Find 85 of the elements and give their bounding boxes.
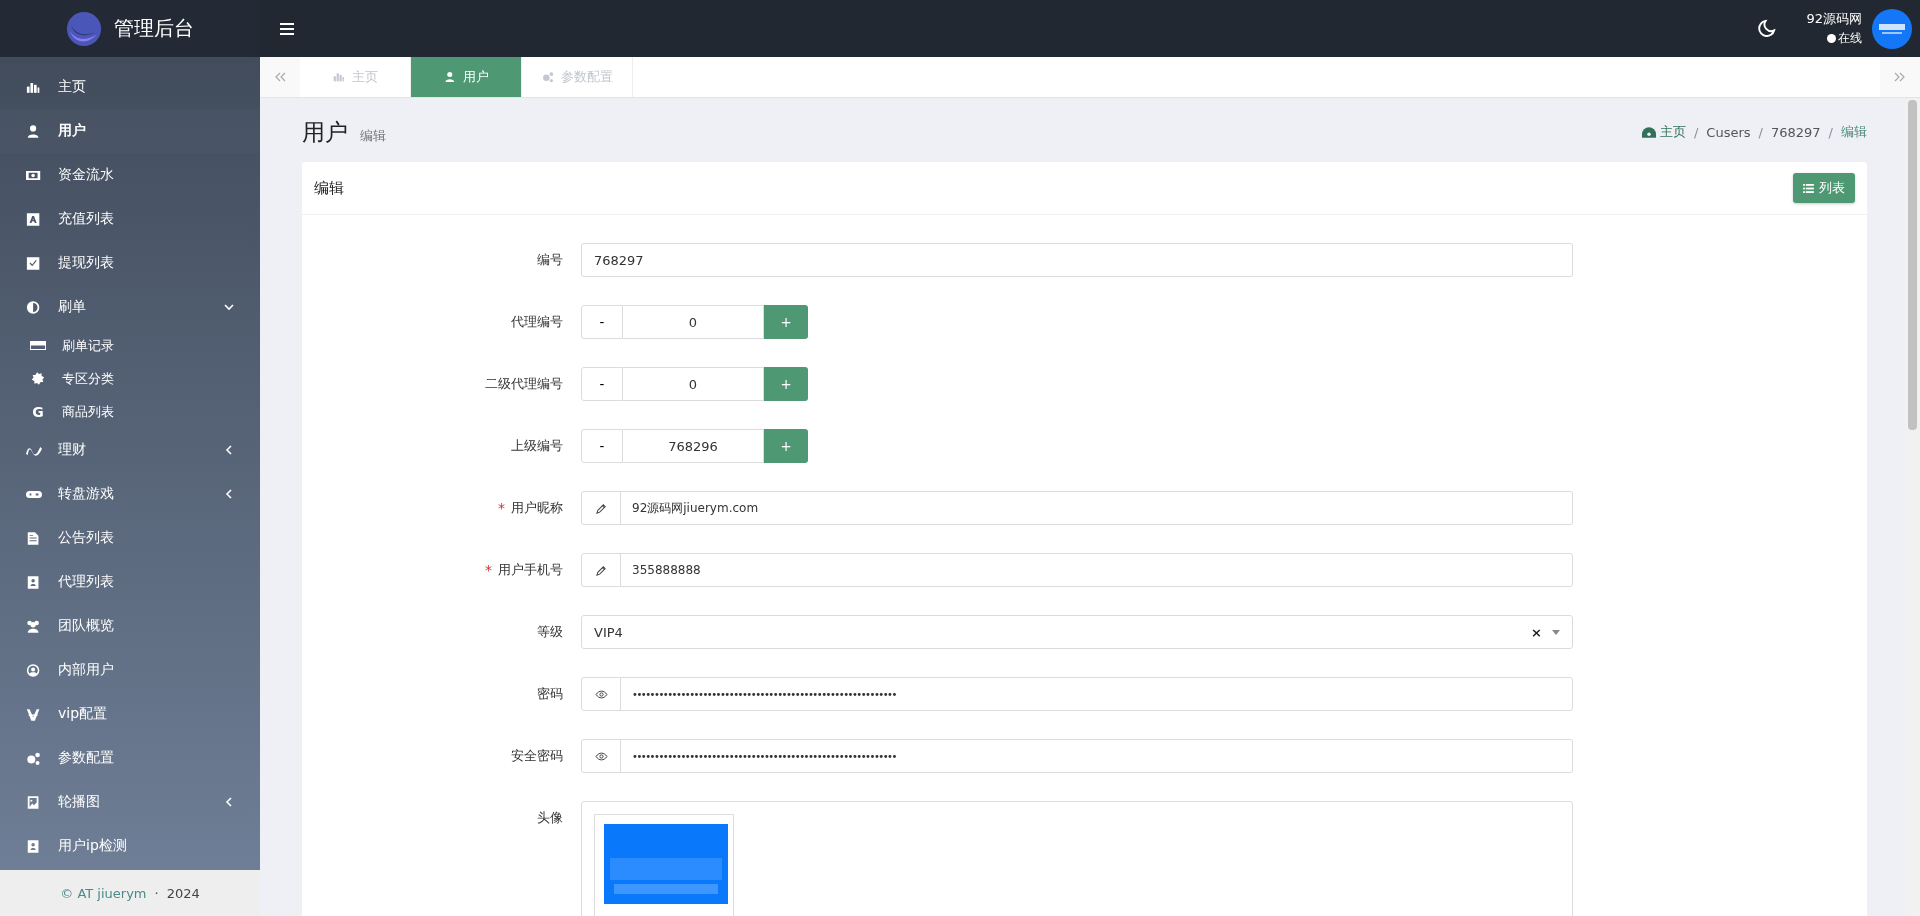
double-chevron-left-icon — [274, 72, 286, 82]
number-field[interactable]: 0 — [623, 305, 764, 339]
contrast-icon — [26, 299, 42, 315]
field-label: 代理编号 — [511, 313, 563, 331]
scrollbar-thumb[interactable] — [1908, 100, 1917, 430]
moon-icon[interactable] — [1757, 19, 1777, 38]
bar-chart-icon — [332, 71, 346, 83]
breadcrumb-separator: / — [1758, 124, 1763, 140]
increment-button[interactable]: + — [764, 367, 808, 401]
sidebar-item[interactable]: 内部用户 — [0, 648, 260, 692]
field-label: 用户昵称 — [511, 499, 563, 517]
field-label: 编号 — [537, 251, 563, 269]
decrement-button[interactable]: - — [581, 429, 623, 463]
dropdown-caret-icon — [1552, 629, 1560, 635]
users-icon — [26, 618, 42, 634]
decrement-button[interactable]: - — [581, 367, 623, 401]
list-button[interactable]: 列表 — [1793, 173, 1855, 203]
breadcrumb-item: Cusers — [1706, 124, 1751, 140]
required-mark: * — [498, 499, 505, 518]
checkbox-icon — [26, 255, 42, 271]
sidebar-item[interactable]: 充值列表 — [0, 197, 260, 241]
field-label: 密码 — [537, 685, 563, 703]
brand-title: 管理后台 — [114, 15, 194, 42]
page-title: 用户 — [302, 117, 348, 147]
required-mark: * — [485, 561, 492, 580]
copyright-text: © AT jiuerym — [60, 885, 147, 901]
menu-icon[interactable] — [280, 22, 294, 35]
sidebar-item[interactable]: 团队概览 — [0, 604, 260, 648]
increment-button[interactable]: + — [764, 429, 808, 463]
card-title: 编辑 — [314, 178, 344, 198]
logo-icon — [66, 10, 102, 47]
sidebar-item[interactable]: 专区分类 — [0, 362, 260, 395]
page-subtitle: 编辑 — [360, 127, 386, 145]
field-label: 二级代理编号 — [485, 375, 563, 393]
user-icon — [443, 71, 457, 83]
chevron-left-icon — [224, 445, 234, 455]
number-field[interactable]: 768296 — [623, 429, 764, 463]
dashboard-icon — [1641, 126, 1656, 138]
chevron-left-icon — [224, 489, 234, 499]
field-label: 安全密码 — [511, 747, 563, 765]
number-field[interactable]: 0 — [623, 367, 764, 401]
tab[interactable]: 用户 — [411, 57, 522, 97]
chevron-left-icon — [224, 797, 234, 807]
gears-icon — [541, 71, 555, 83]
breadcrumb-item: 编辑 — [1841, 123, 1867, 141]
user-name: 92源码网 — [1806, 10, 1862, 28]
sidebar-item[interactable]: 理财 — [0, 428, 260, 472]
burst-icon — [30, 371, 46, 386]
double-chevron-right-icon — [1894, 72, 1906, 82]
sidebar-item[interactable]: 公告列表 — [0, 516, 260, 560]
sidebar-item[interactable]: vip配置 — [0, 692, 260, 736]
increment-button[interactable]: + — [764, 305, 808, 339]
input-field[interactable]: 768297 — [581, 243, 1573, 277]
v-shape-icon — [26, 706, 42, 722]
sidebar-item[interactable]: 提现列表 — [0, 241, 260, 285]
sidebar-item[interactable]: 转盘游戏 — [0, 472, 260, 516]
status-text: 在线 — [1838, 30, 1862, 47]
field-label: 等级 — [537, 623, 563, 641]
sidebar-item[interactable]: G 商品列表 — [0, 395, 260, 428]
status-dot-icon — [1827, 34, 1836, 43]
sidebar-item[interactable]: 刷单 — [0, 285, 260, 329]
sidebar-item[interactable]: 代理列表 — [0, 560, 260, 604]
sidebar-item[interactable]: 主页 — [0, 65, 260, 109]
list-icon — [1803, 183, 1814, 193]
field-label: 用户手机号 — [498, 561, 563, 579]
sidebar-item[interactable]: 用户ip检测 — [0, 824, 260, 868]
letter-icon: G — [30, 403, 46, 420]
card-icon — [30, 338, 46, 353]
field-label: 上级编号 — [511, 437, 563, 455]
separator-text: · — [154, 885, 159, 901]
breadcrumb-separator: / — [1693, 124, 1699, 140]
year-text: 2024 — [166, 885, 200, 901]
chevron-down-icon — [224, 302, 234, 312]
breadcrumb-item: 768297 — [1770, 124, 1821, 140]
clear-icon[interactable]: × — [1531, 624, 1542, 640]
breadcrumb-separator: / — [1828, 124, 1833, 140]
sidebar-item[interactable]: 参数配置 — [0, 736, 260, 780]
select-field[interactable]: VIP4 × — [581, 615, 1573, 649]
gears-icon — [26, 750, 42, 766]
sidebar-item[interactable]: 轮播图 — [0, 780, 260, 824]
breadcrumb-item[interactable]: 主页 — [1659, 123, 1686, 141]
sidebar-item[interactable]: 刷单记录 — [0, 329, 260, 362]
sidebar-item[interactable]: 资金流水 — [0, 153, 260, 197]
field-label: 头像 — [537, 809, 563, 827]
decrement-button[interactable]: - — [581, 305, 623, 339]
